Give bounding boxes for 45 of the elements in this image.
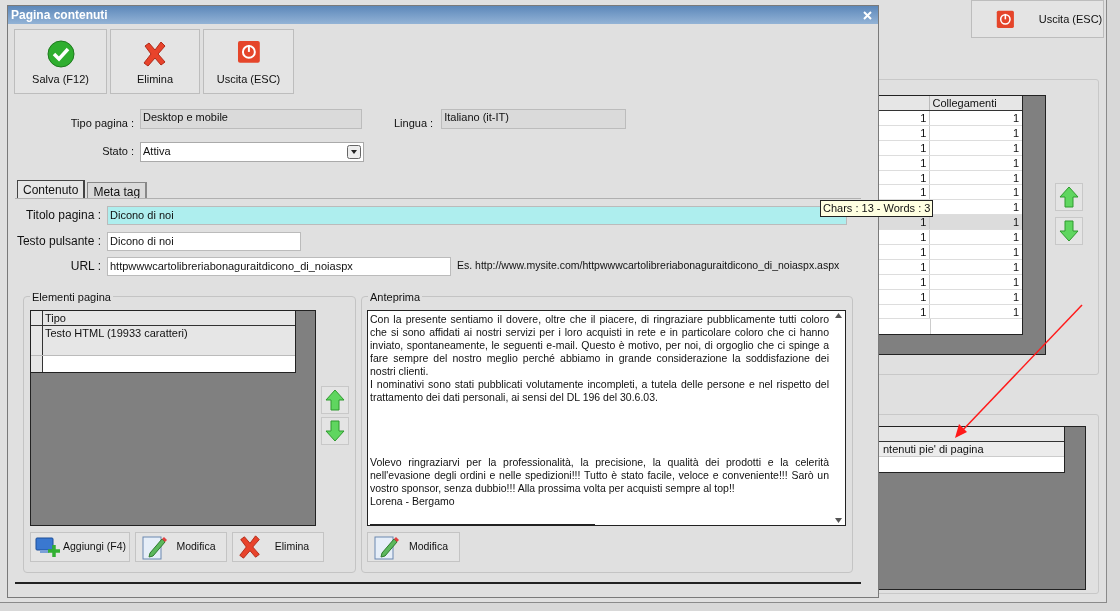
table-cell: 1 <box>1012 216 1019 229</box>
table-cell: 1 <box>1012 260 1019 273</box>
column-header: Collegamenti <box>931 96 998 110</box>
table-cell: 1 <box>920 186 927 199</box>
table-cell-text: Testo HTML (19933 caratteri) <box>44 325 189 341</box>
table-cell: 1 <box>920 260 927 273</box>
table-cell: 1 <box>920 141 927 154</box>
table-cell: 1 <box>1012 156 1019 169</box>
table-cell: 1 <box>920 290 927 303</box>
preview-paragraph: Lorena - Bergamo <box>370 494 456 508</box>
table-cell: 1 <box>920 231 927 244</box>
table-cell: 1 <box>920 246 927 258</box>
field-label: Stato : <box>101 144 134 160</box>
table-cell: 1 <box>1012 112 1019 124</box>
table-cell: 1 <box>1012 246 1019 258</box>
table-cell: 1 <box>920 156 927 169</box>
preview-paragraph: Con la presente sentiamo il dovere, oltre che il piacere, di ringraziare pubblicamente tutti coloro che si sono affidati ai nostri servizi per i loro acquisti in rete e in particolare coloro che ci hanno inviato, spontaneamente, le seguenti e-mail. Questo è motivo, per noi, di orgoglio che ci spinge a fare sempre del nostro meglio perché abbiamo in grande considerazione la soddisfazione dei nostri clienti. <box>370 312 829 378</box>
table-cell: 1 <box>1012 186 1019 199</box>
tooltip: Chars : 13 - Words : 3 <box>820 200 934 217</box>
readonly-field: Desktop e mobile <box>140 109 362 129</box>
field-label: Titolo pagina : <box>25 207 101 224</box>
table-cell: 1 <box>920 275 927 288</box>
table-cell: 1 <box>1012 126 1019 139</box>
table-cell: 1 <box>1012 275 1019 288</box>
table-cell: 1 <box>920 171 927 184</box>
readonly-field: Italiano (it-IT) <box>441 109 627 129</box>
table-cell: 1 <box>920 126 927 139</box>
table-cell: 1 <box>1012 290 1019 303</box>
table-cell: 1 <box>920 112 927 124</box>
field-label: URL : <box>69 258 101 275</box>
table-cell: 1 <box>920 216 927 229</box>
preview-paragraph: Volevo ringraziarvi per la professionalità, la precisione, la qualità dei prodotti e la celerità nell'evasione degli ordini e nelle spedizioni!!! Tutto è stato facile, veloce e conveniente!!! Sarò un vostro sponsor, senza dubbio!!! Alla prossima volta per acquisti sempre al top!! <box>370 455 829 495</box>
table-cell: 1 <box>920 305 927 318</box>
table-cell: ntenuti pie' di pagina <box>883 443 984 455</box>
preview-paragraph: I nominativi sono stati pubblicati volutamente incompleti, a tutela delle persone e nel rispetto del trattamento dei dati personali, ai sensi del DL 196 del 30.6.03. <box>370 377 829 404</box>
window-title: Pagina contenuti <box>11 7 108 24</box>
table-cell: 1 <box>1012 201 1019 214</box>
field-label: Testo pulsante : <box>15 233 101 250</box>
table-cell: 1 <box>1012 305 1019 318</box>
column-header: Tipo <box>44 310 67 325</box>
table-cell: 1 <box>1012 231 1019 244</box>
table-cell: 1 <box>1012 141 1019 154</box>
field-label: Tipo pagina : <box>69 116 134 131</box>
table-cell: 1 <box>1012 171 1019 184</box>
field-label: Lingua : <box>394 116 434 131</box>
